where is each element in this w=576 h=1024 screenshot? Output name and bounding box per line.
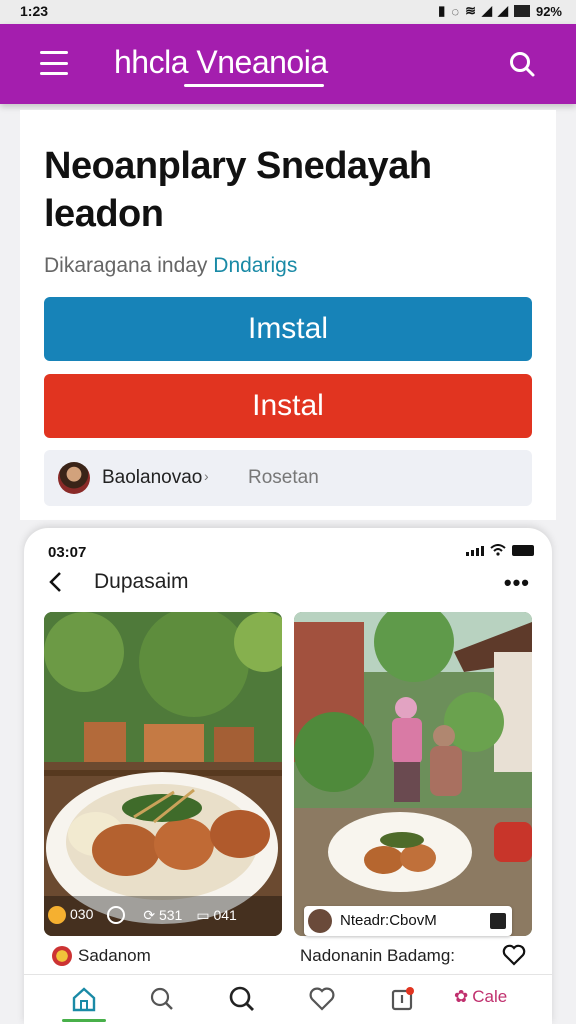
food-photo-right[interactable] [294,612,532,936]
caption-left: Sadanom [52,946,151,966]
subtitle-link[interactable]: Dndarigs [213,254,297,277]
bottom-tab-bar: ✿ Cale [24,974,552,1024]
badge-text: Nteadr:CbovM [340,912,437,929]
caption-right: Nadonanin Badamg: [300,946,456,965]
cart-icon: ▭ [196,906,214,923]
subtitle: Dikaragana inday Dndarigs [44,254,297,278]
inner-status-bar: 03:07 [24,528,552,568]
cafe-tab-label: Cale [472,987,508,1006]
badge-avatar [308,909,332,933]
menu-icon[interactable] [40,51,68,75]
author-name: Baolanovao [102,467,203,488]
notifications-tab-icon[interactable] [388,985,416,1013]
cafe-tab[interactable]: ✿ Cale [454,987,507,1007]
coin-icon [48,906,66,925]
author-row[interactable]: Baolanovao › Rosetan [44,450,532,506]
alarm-icon: ◌ [451,3,460,19]
search-icon[interactable] [508,50,536,78]
embedded-screen: 03:07 Dupasaim ••• 030 ⟳ 531 ▭ 041 Ntead… [24,528,552,1024]
heart-icon[interactable] [502,944,526,966]
inner-status-icons [466,544,534,556]
explore-tab-icon[interactable] [228,985,256,1013]
install-button-primary[interactable]: Imstal [44,297,532,361]
creator-badge-icon [52,946,72,966]
main-card: Neoanplary Snedayah leadon Dikaragana in… [20,110,556,520]
inner-screen-title: Dupasaim [94,570,189,593]
active-tab-indicator [62,1019,106,1022]
status-bar: 1:23 ▮ ◌ ≋ ◢ ◢ 92% [0,0,576,24]
battery-icon [512,545,534,556]
back-arrow-icon[interactable] [46,570,66,594]
wifi-icon [490,544,506,556]
stat-cart: ▭ 041 [196,906,237,923]
photo-stats: 030 ⟳ 531 ▭ 041 [48,906,278,925]
home-icon[interactable] [70,985,98,1013]
favorites-tab-icon[interactable] [308,985,336,1013]
stat-clock [107,906,129,925]
app-title: hhcla Vneanoia [114,44,328,80]
external-link-icon [490,913,506,929]
flower-icon: ✿ [454,987,469,1006]
inner-status-time: 03:07 [48,544,87,561]
food-photo-left[interactable] [44,612,282,936]
app-bar: hhcla Vneanoia [0,24,576,104]
notification-icon: ▮ [438,3,446,18]
search-tab-icon[interactable] [148,985,176,1013]
signal-icon-2: ◢ [497,3,508,18]
battery-icon [513,5,530,17]
author-meta: Rosetan [248,467,319,488]
stat-share: ⟳ 531 [143,906,183,923]
page-heading: Neoanplary Snedayah leadon [44,145,432,235]
signal-icon: ◢ [481,3,492,18]
caption-left-text: Sadanom [78,946,151,965]
photo-badge[interactable]: Nteadr:CbovM [304,906,512,936]
stat-coin: 030 [48,906,93,925]
signal-icon [466,546,484,556]
title-underline [184,84,324,87]
more-options-icon[interactable]: ••• [504,570,530,596]
subtitle-text: Dikaragana inday [44,254,208,277]
wifi-icon: ≋ [465,3,476,18]
share-icon: ⟳ [143,906,159,923]
status-time: 1:23 [20,3,49,19]
status-icons: ▮ ◌ ≋ ◢ ◢ 92% [438,3,562,19]
battery-percent: 92% [535,3,562,19]
avatar [58,462,90,494]
clock-icon [107,906,126,925]
chevron-right-icon: › [204,468,209,484]
install-button-secondary[interactable]: Instal [44,374,532,438]
